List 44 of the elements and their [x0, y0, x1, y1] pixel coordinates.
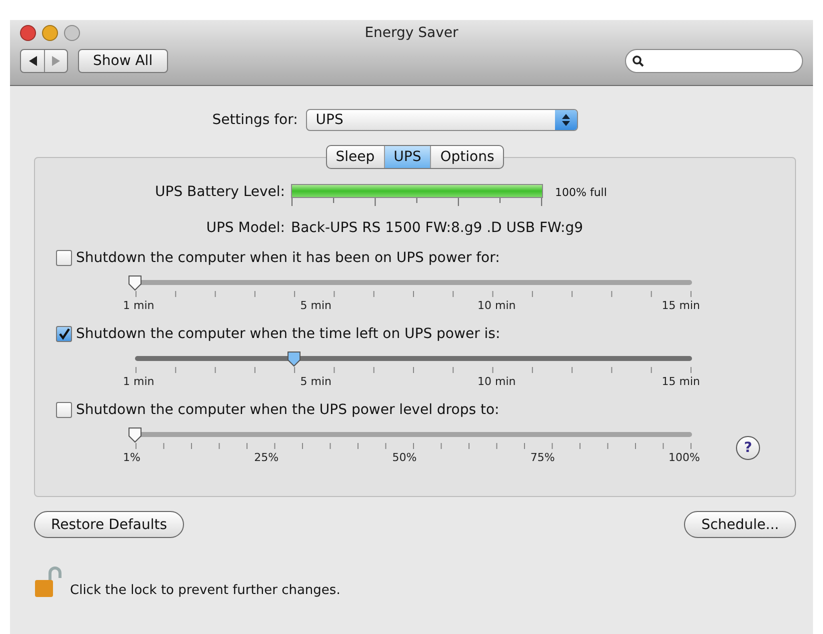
battery-level-reading: 100% full	[555, 186, 607, 198]
search-field[interactable]	[625, 49, 803, 73]
window-title: Energy Saver	[364, 25, 458, 41]
help-button[interactable]: ?	[736, 436, 760, 460]
slider-thumb[interactable]	[127, 275, 143, 291]
zoom-button[interactable]	[64, 25, 80, 41]
schedule-button[interactable]: Schedule...	[684, 511, 796, 538]
settings-for-select[interactable]: UPS	[306, 109, 578, 131]
slider-thumb[interactable]	[127, 427, 143, 443]
tick-label: 1 min	[123, 375, 154, 388]
tab[interactable]: Sleep	[326, 146, 384, 168]
tick-label: 50%	[392, 451, 417, 464]
tick-label: 10 min	[478, 375, 516, 388]
tick-label: 100%	[668, 451, 700, 464]
checkbox-label: Shutdown the computer when it has been on UPS power for:	[76, 250, 500, 266]
tick-label: 25%	[254, 451, 279, 464]
restore-defaults-button[interactable]: Restore Defaults	[34, 511, 184, 538]
slider-thumb[interactable]	[286, 351, 302, 367]
tick-label: 5 min	[300, 375, 332, 388]
updown-arrows-icon	[562, 114, 570, 126]
tick-label: 5 min	[300, 299, 332, 312]
tick-label: 15 min	[662, 375, 700, 388]
search-icon	[632, 55, 644, 67]
battery-level-label: UPS Battery Level:	[154, 184, 285, 200]
back-arrow-icon	[28, 56, 36, 66]
ups-model-label: UPS Model:	[205, 220, 285, 236]
checkbox[interactable]	[56, 402, 72, 418]
checkbox-label: Shutdown the computer when the time left on UPS power is:	[76, 326, 500, 342]
settings-for-label: Settings for:	[212, 112, 298, 128]
tick-label: 75%	[530, 451, 555, 464]
lock-message: Click the lock to prevent further changes.	[70, 583, 340, 598]
close-button[interactable]	[20, 25, 36, 41]
forward-arrow-icon	[52, 56, 60, 66]
checkbox-label: Shutdown the computer when the UPS power level drops to:	[76, 402, 500, 418]
minimize-button[interactable]	[42, 25, 58, 41]
checkbox[interactable]	[56, 250, 72, 266]
tick-label: 15 min	[662, 299, 700, 312]
show-all-button[interactable]: Show All	[78, 49, 168, 73]
checkbox[interactable]	[56, 326, 72, 342]
tick-label: 1 min	[123, 299, 154, 312]
tab[interactable]: UPS	[384, 146, 430, 168]
tick-label: 1%	[123, 451, 140, 464]
ups-model-value: Back-UPS RS 1500 FW:8.g9 .D USB FW:g9	[291, 220, 584, 236]
tick-label: 10 min	[478, 299, 516, 312]
